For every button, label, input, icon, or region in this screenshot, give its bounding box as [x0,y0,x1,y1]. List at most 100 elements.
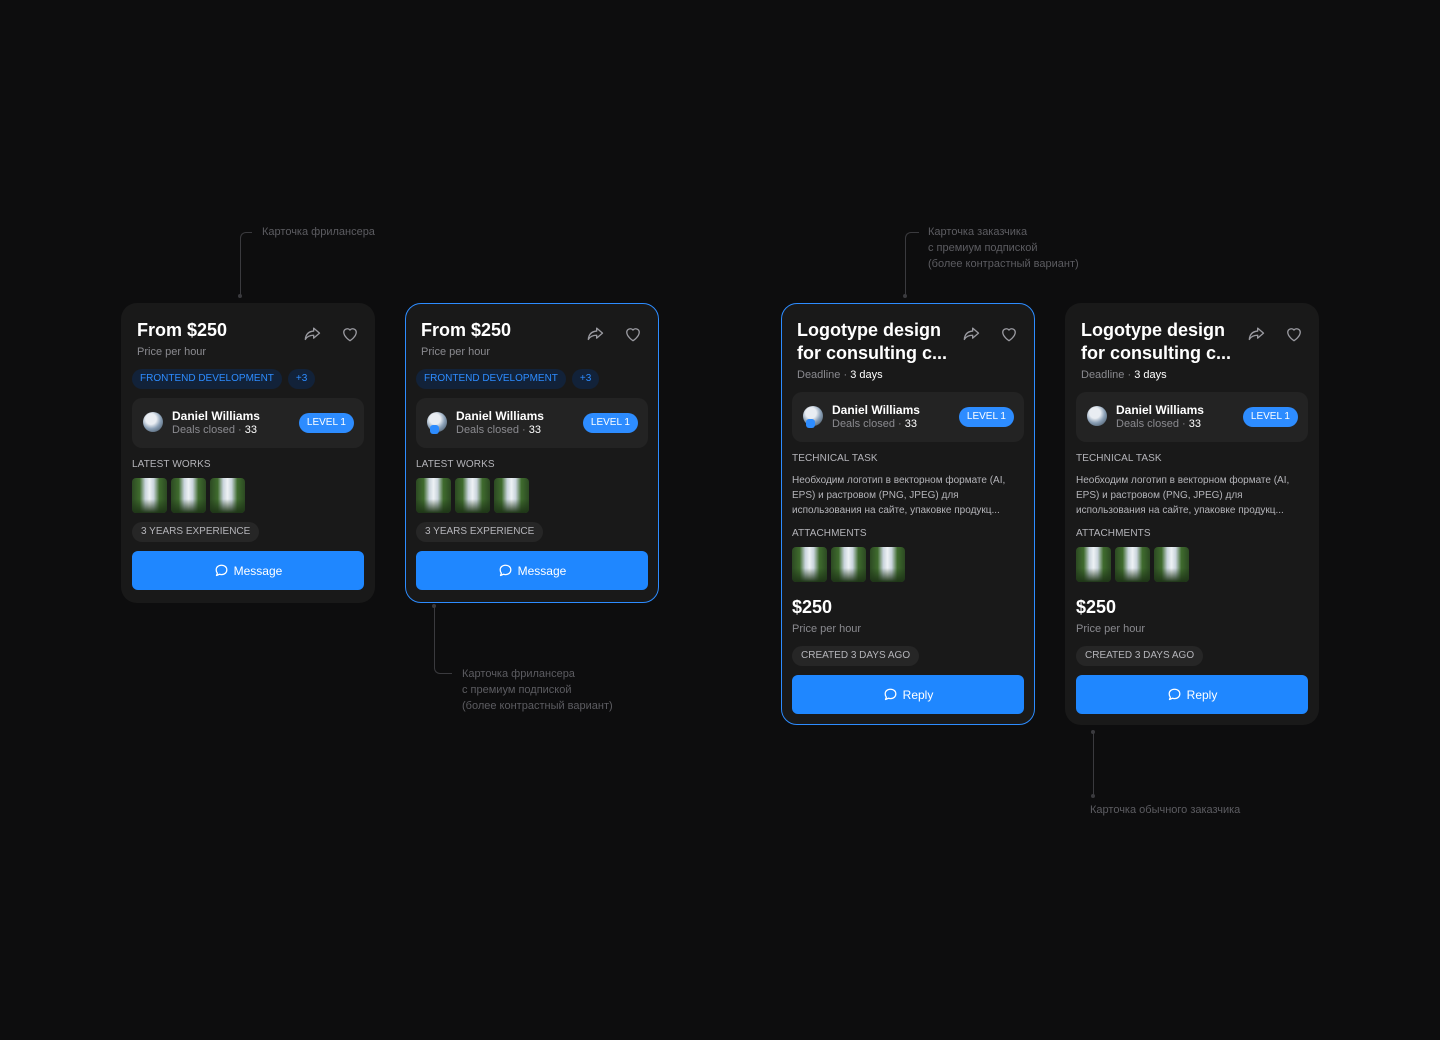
technical-task-text: Необходим логотип в векторном формате (A… [1076,475,1290,516]
user-info[interactable]: Daniel Williams Deals closed · 33 LEVEL … [416,398,648,448]
avatar [427,412,447,434]
attachments-gallery [792,547,905,582]
attachment-thumbnail[interactable] [870,547,905,582]
client-card: Logotype design for consulting c... Dead… [1065,303,1319,725]
chat-bubble-icon [499,564,512,577]
reply-button[interactable]: Reply [792,675,1024,714]
card-title: From $250 [421,320,512,340]
annotation-dot [1091,730,1095,734]
user-info[interactable]: Daniel Williams Deals closed · 33 LEVEL … [1076,392,1308,442]
heart-icon[interactable] [337,321,363,347]
reply-button-label: Reply [902,687,934,702]
skill-tag[interactable]: FRONTEND DEVELOPMENT [416,369,566,389]
price: $250 [792,597,833,617]
card-title: Logotype design for consulting c... [797,320,948,363]
attachment-thumbnail[interactable] [1115,547,1150,582]
deals-closed: Deals closed · 33 [172,424,258,436]
created-badge: CREATED 3 DAYS AGO [1076,646,1204,666]
price-subtitle: Price per hour [792,623,862,635]
user-info[interactable]: Daniel Williams Deals closed · 33 LEVEL … [792,392,1024,442]
user-info[interactable]: Daniel Williams Deals closed · 33 LEVEL … [132,398,364,448]
chat-bubble-icon [884,688,897,701]
level-badge: LEVEL 1 [958,407,1014,427]
client-card-premium: Logotype design for consulting c... Dead… [781,303,1035,725]
heart-icon[interactable] [996,321,1022,347]
annotation-connector [1093,732,1094,796]
level-badge: LEVEL 1 [1242,407,1298,427]
latest-works-label: LATEST WORKS [132,459,211,470]
freelancer-card: From $250 Price per hour FRONTEND DEVELO… [121,303,375,603]
skill-tag[interactable]: FRONTEND DEVELOPMENT [132,369,282,389]
attachment-thumbnail[interactable] [1076,547,1111,582]
works-gallery [132,478,245,513]
more-tags-badge[interactable]: +3 [571,369,600,389]
verified-badge-icon [806,419,815,428]
price: $250 [1076,597,1117,617]
annotation-connector [240,232,252,296]
reply-button-label: Reply [1186,687,1218,702]
created-badge: CREATED 3 DAYS AGO [792,646,920,666]
work-thumbnail[interactable] [132,478,167,513]
message-button-label: Message [233,563,283,578]
chat-bubble-icon [215,564,228,577]
work-thumbnail[interactable] [210,478,245,513]
share-icon[interactable] [582,321,608,347]
annotation-dot [903,294,907,298]
deadline: Deadline · 3 days [797,369,883,381]
chat-bubble-icon [1168,688,1181,701]
avatar [803,406,823,428]
deadline: Deadline · 3 days [1081,369,1167,381]
freelancer-card-premium: From $250 Price per hour FRONTEND DEVELO… [405,303,659,603]
attachments-label: ATTACHMENTS [792,528,867,539]
user-name: Daniel Williams [832,403,920,417]
annotation-connector [434,606,452,674]
heart-icon[interactable] [620,321,646,347]
attachment-thumbnail[interactable] [1154,547,1189,582]
deals-closed: Deals closed · 33 [1116,418,1202,430]
deals-closed: Deals closed · 33 [832,418,918,430]
technical-task-text: Необходим логотип в векторном формате (A… [792,475,1006,516]
heart-icon[interactable] [1281,321,1307,347]
price-subtitle: Price per hour [421,346,491,358]
message-button-label: Message [517,563,567,578]
share-icon[interactable] [299,321,325,347]
work-thumbnail[interactable] [455,478,490,513]
price-subtitle: Price per hour [137,346,207,358]
work-thumbnail[interactable] [171,478,206,513]
message-button[interactable]: Message [416,551,648,590]
experience-badge: 3 YEARS EXPERIENCE [132,522,260,542]
share-icon[interactable] [958,321,984,347]
user-name: Daniel Williams [456,409,544,423]
annotation-freelancer-premium: Карточка фрилансера с премиум подпиской … [462,668,613,712]
annotation-client-regular: Карточка обычного заказчика [1090,804,1241,816]
user-name: Daniel Williams [1116,403,1204,417]
works-gallery [416,478,529,513]
level-badge: LEVEL 1 [582,413,638,433]
attachments-gallery [1076,547,1189,582]
reply-button[interactable]: Reply [1076,675,1308,714]
user-name: Daniel Williams [172,409,260,423]
share-icon[interactable] [1243,321,1269,347]
annotation-connector [905,232,919,296]
attachments-label: ATTACHMENTS [1076,528,1151,539]
card-title: Logotype design for consulting c... [1081,320,1232,363]
technical-task-label: TECHNICAL TASK [792,453,878,464]
experience-badge: 3 YEARS EXPERIENCE [416,522,544,542]
level-badge: LEVEL 1 [298,413,354,433]
avatar [143,412,163,432]
more-tags-badge[interactable]: +3 [287,369,316,389]
work-thumbnail[interactable] [494,478,529,513]
latest-works-label: LATEST WORKS [416,459,495,470]
annotation-dot [238,294,242,298]
price-subtitle: Price per hour [1076,623,1146,635]
annotation-dot [432,604,436,608]
technical-task-label: TECHNICAL TASK [1076,453,1162,464]
attachment-thumbnail[interactable] [792,547,827,582]
work-thumbnail[interactable] [416,478,451,513]
deals-closed: Deals closed · 33 [456,424,542,436]
card-title: From $250 [137,320,228,340]
annotation-dot [1091,794,1095,798]
message-button[interactable]: Message [132,551,364,590]
annotation-freelancer: Карточка фрилансера [262,226,375,238]
attachment-thumbnail[interactable] [831,547,866,582]
